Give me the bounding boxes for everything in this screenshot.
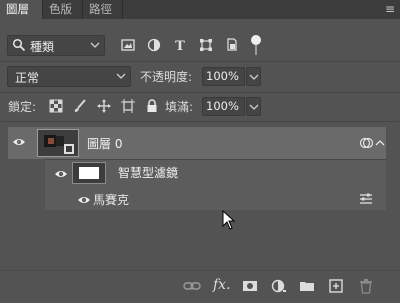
filter-toggle-stem — [255, 45, 257, 55]
lock-transparent-pixels-icon[interactable] — [49, 99, 63, 113]
tab-paths[interactable]: 路徑 — [83, 0, 123, 19]
smart-filters-label: 智慧型濾鏡 — [118, 166, 179, 180]
visibility-eye-icon[interactable] — [54, 168, 68, 180]
fill-label: 填滿: — [165, 100, 194, 114]
filter-type-label: 種類 — [30, 40, 55, 54]
mouse-cursor-icon — [222, 210, 236, 230]
tab-channels[interactable]: 色版 — [43, 0, 83, 19]
chevron-down-icon — [116, 73, 126, 79]
fx-icon[interactable]: fx. — [213, 278, 231, 294]
chevron-down-icon — [90, 42, 100, 48]
separator — [0, 92, 400, 93]
svg-text:T: T — [175, 39, 185, 52]
adjustment-layer-filter-icon[interactable] — [147, 38, 161, 52]
lock-image-pixels-icon[interactable] — [73, 99, 87, 113]
panel-menu-icon[interactable]: ≡ — [384, 1, 396, 17]
new-layer-icon[interactable] — [327, 278, 345, 294]
new-adjustment-layer-icon[interactable] — [270, 278, 288, 294]
smart-filter-mask-thumbnail[interactable] — [72, 162, 106, 184]
smart-object-filter-icon[interactable] — [225, 38, 239, 52]
visibility-eye-icon[interactable] — [77, 194, 91, 206]
opacity-slider-toggle[interactable] — [246, 67, 261, 86]
smart-filters-row[interactable]: 智慧型濾鏡 — [45, 160, 386, 187]
layer-row[interactable]: 圖層 0 — [8, 127, 386, 159]
panel-tab-bar: 圖層 色版 路徑 ≡ — [0, 0, 400, 19]
layer-thumbnail[interactable] — [37, 129, 79, 157]
opacity-field[interactable]: 100% — [202, 67, 245, 86]
add-mask-icon[interactable] — [241, 278, 259, 294]
tab-layers[interactable]: 圖層 — [0, 0, 43, 19]
search-icon — [12, 38, 26, 52]
separator — [0, 121, 400, 122]
delete-layer-icon[interactable] — [357, 278, 375, 294]
lock-label: 鎖定: — [8, 100, 37, 114]
lock-all-icon[interactable] — [145, 99, 159, 113]
filter-item-row[interactable]: 馬賽克 — [45, 187, 386, 210]
link-layers-icon[interactable] — [183, 278, 201, 294]
layer-name[interactable]: 圖層 0 — [87, 135, 122, 152]
filter-toggle-icon[interactable] — [251, 35, 261, 45]
fill-field[interactable]: 100% — [202, 97, 245, 116]
type-layer-filter-icon[interactable]: T — [173, 38, 187, 52]
filter-type-select[interactable]: 種類 — [7, 35, 105, 56]
lock-artboard-icon[interactable] — [121, 99, 135, 113]
chevron-down-icon — [249, 74, 259, 80]
visibility-eye-icon[interactable] — [12, 136, 26, 148]
opacity-label: 不透明度: — [140, 70, 193, 84]
new-group-icon[interactable] — [298, 278, 316, 294]
shape-layer-filter-icon[interactable] — [199, 38, 213, 52]
chevron-up-icon[interactable] — [375, 139, 385, 146]
separator — [0, 270, 400, 271]
separator — [0, 61, 400, 62]
blending-options-icon[interactable] — [359, 193, 373, 205]
blend-mode-select[interactable]: 正常 — [7, 66, 131, 87]
fill-slider-toggle[interactable] — [246, 97, 261, 116]
smart-object-thumbnail-icon — [44, 135, 74, 154]
lock-position-icon[interactable] — [97, 99, 111, 113]
pixel-layer-filter-icon[interactable] — [121, 38, 135, 52]
filter-item-name[interactable]: 馬賽克 — [93, 191, 129, 208]
smart-filters-badge-icon[interactable] — [359, 136, 373, 150]
chevron-down-icon — [249, 104, 259, 110]
blend-mode-label: 正常 — [15, 71, 40, 85]
layer-filter-row: 種類 T — [0, 30, 400, 60]
